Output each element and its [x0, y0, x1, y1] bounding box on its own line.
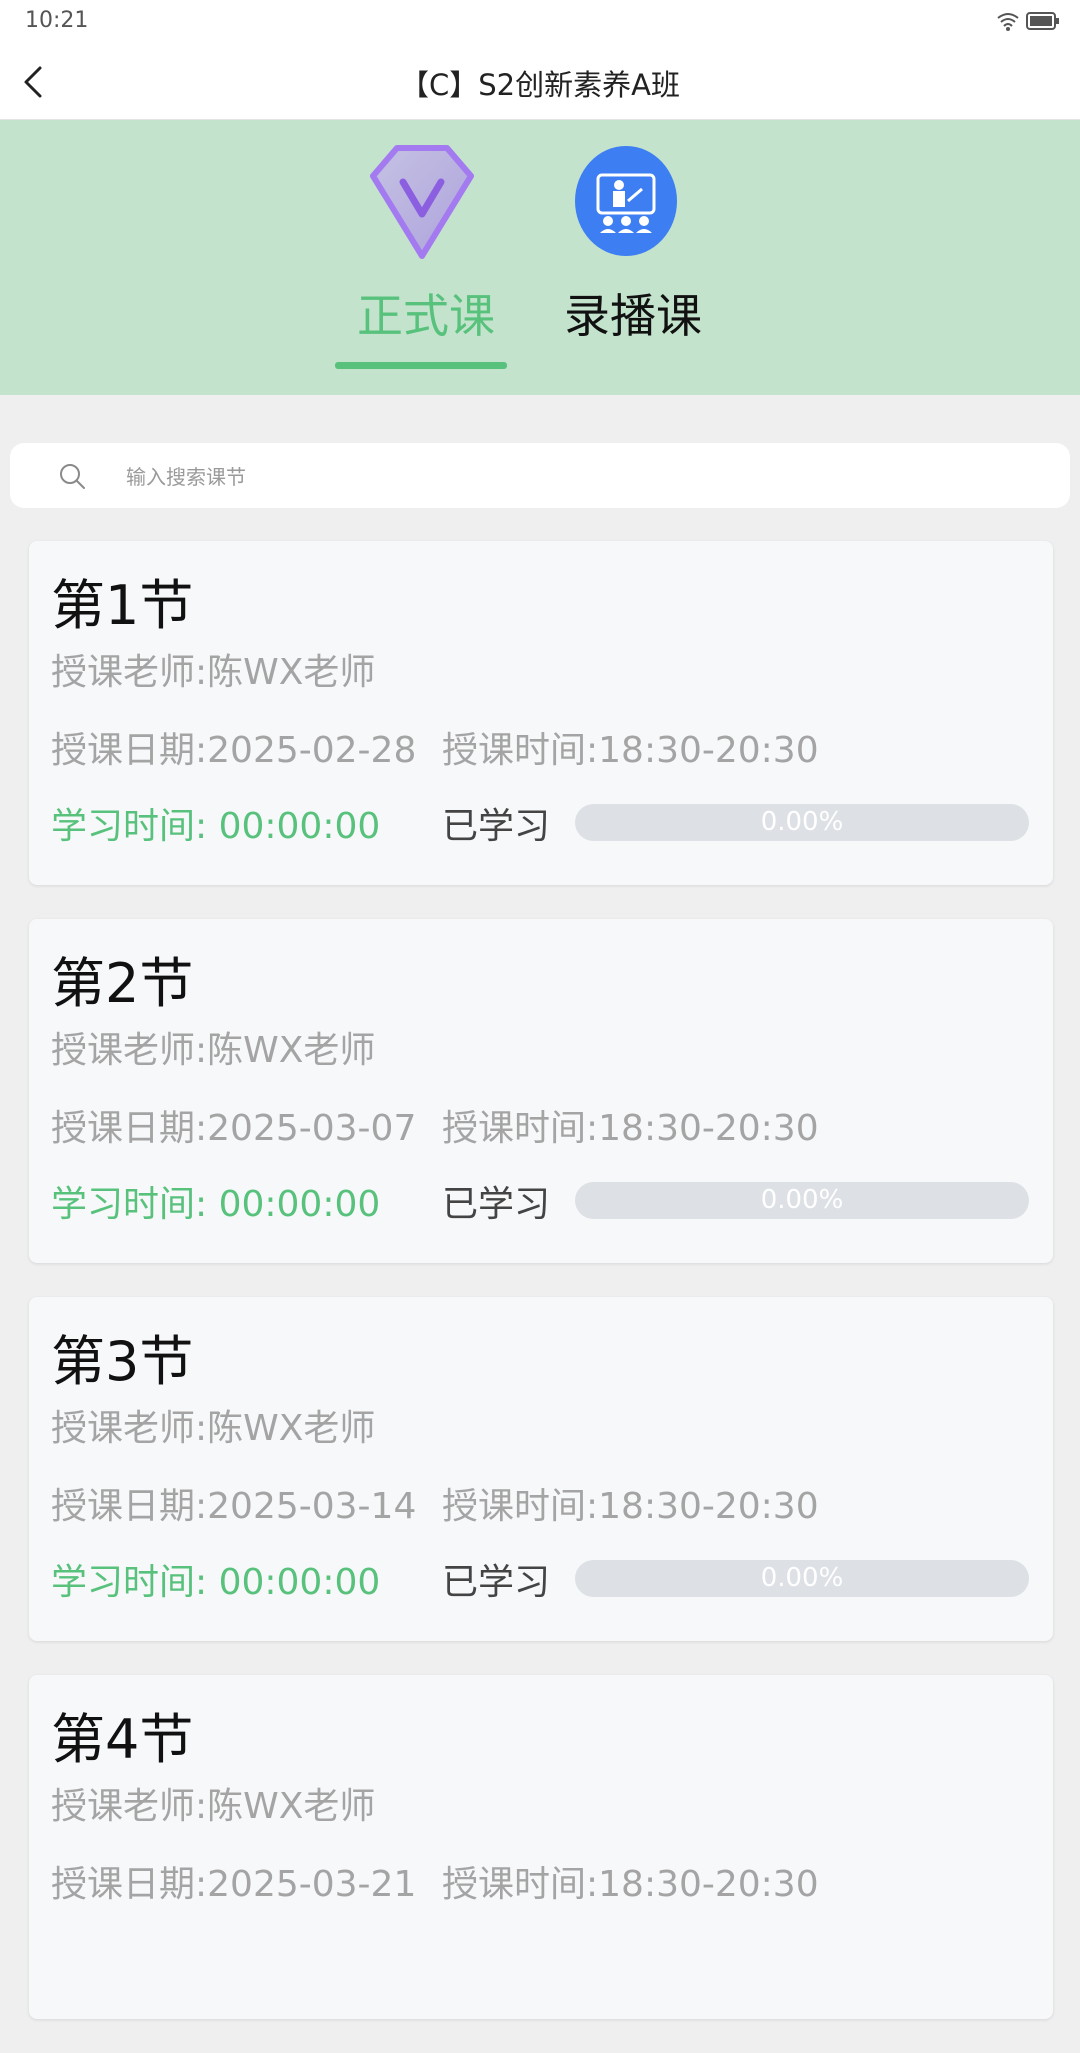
lesson-card[interactable]: 第4节 授课老师:陈WX老师 授课日期:2025-03-21 授课时间:18:3… — [29, 1675, 1053, 2019]
lesson-time: 授课时间:18:30-20:30 — [442, 1108, 819, 1149]
lesson-teacher: 授课老师:陈WX老师 — [51, 652, 376, 693]
tab-formal-label: 正式课 — [357, 289, 495, 343]
tab-formal-course[interactable]: 正式课 — [335, 120, 510, 395]
lesson-title: 第2节 — [51, 952, 194, 1015]
status-bar: 10:21 — [0, 0, 1080, 44]
lesson-title: 第4节 — [51, 1708, 194, 1771]
diamond-icon — [370, 145, 474, 259]
lesson-card[interactable]: 第2节 授课老师:陈WX老师 授课日期:2025-03-07 授课时间:18:3… — [29, 919, 1053, 1263]
progress-bar: 0.00% — [575, 804, 1029, 841]
lesson-date: 授课日期:2025-03-14 — [51, 1486, 417, 1527]
system-icons — [996, 10, 1060, 32]
lesson-date: 授课日期:2025-03-07 — [51, 1108, 417, 1149]
status-time: 10:21 — [25, 8, 89, 33]
lesson-date: 授课日期:2025-02-28 — [51, 730, 417, 771]
search-input[interactable]: 输入搜索课节 — [10, 443, 1070, 508]
lesson-teacher: 授课老师:陈WX老师 — [51, 1030, 376, 1071]
study-time: 学习时间: 00:00:00 — [51, 1184, 381, 1225]
lesson-time: 授课时间:18:30-20:30 — [442, 730, 819, 771]
study-time: 学习时间: 00:00:00 — [51, 806, 381, 847]
search-placeholder: 输入搜索课节 — [126, 465, 246, 489]
lesson-title: 第1节 — [51, 574, 194, 637]
progress-text: 0.00% — [760, 807, 844, 837]
classroom-icon — [575, 146, 677, 256]
tab-recorded-course[interactable]: 录播课 — [555, 120, 705, 395]
lesson-teacher: 授课老师:陈WX老师 — [51, 1786, 376, 1827]
study-time: 学习时间: 00:00:00 — [51, 1562, 381, 1603]
battery-icon — [1026, 12, 1059, 30]
lesson-date: 授课日期:2025-03-21 — [51, 1864, 417, 1905]
active-tab-indicator — [335, 362, 507, 369]
app-bar: 【C】S2创新素养A班 — [0, 44, 1080, 120]
progress-text: 0.00% — [760, 1563, 844, 1593]
lesson-list: 第1节 授课老师:陈WX老师 授课日期:2025-02-28 授课时间:18:3… — [29, 541, 1053, 2053]
course-type-tabs: 正式课 录播课 — [0, 120, 1080, 395]
lesson-card[interactable]: 第3节 授课老师:陈WX老师 授课日期:2025-03-14 授课时间:18:3… — [29, 1297, 1053, 1641]
progress-text: 0.00% — [760, 1185, 844, 1215]
tab-recorded-label: 录播课 — [564, 289, 702, 343]
lesson-teacher: 授课老师:陈WX老师 — [51, 1408, 376, 1449]
progress-bar: 0.00% — [575, 1560, 1029, 1597]
page-title: 【C】S2创新素养A班 — [400, 68, 680, 102]
progress-bar: 0.00% — [575, 1182, 1029, 1219]
lesson-title: 第3节 — [51, 1330, 194, 1393]
lesson-card[interactable]: 第1节 授课老师:陈WX老师 授课日期:2025-02-28 授课时间:18:3… — [29, 541, 1053, 885]
lesson-time: 授课时间:18:30-20:30 — [442, 1486, 819, 1527]
search-icon — [60, 464, 85, 489]
lesson-time: 授课时间:18:30-20:30 — [442, 1864, 819, 1905]
learned-label: 已学习 — [442, 1562, 551, 1603]
learned-label: 已学习 — [442, 806, 551, 847]
wifi-icon — [997, 13, 1019, 31]
learned-label: 已学习 — [442, 1184, 551, 1225]
